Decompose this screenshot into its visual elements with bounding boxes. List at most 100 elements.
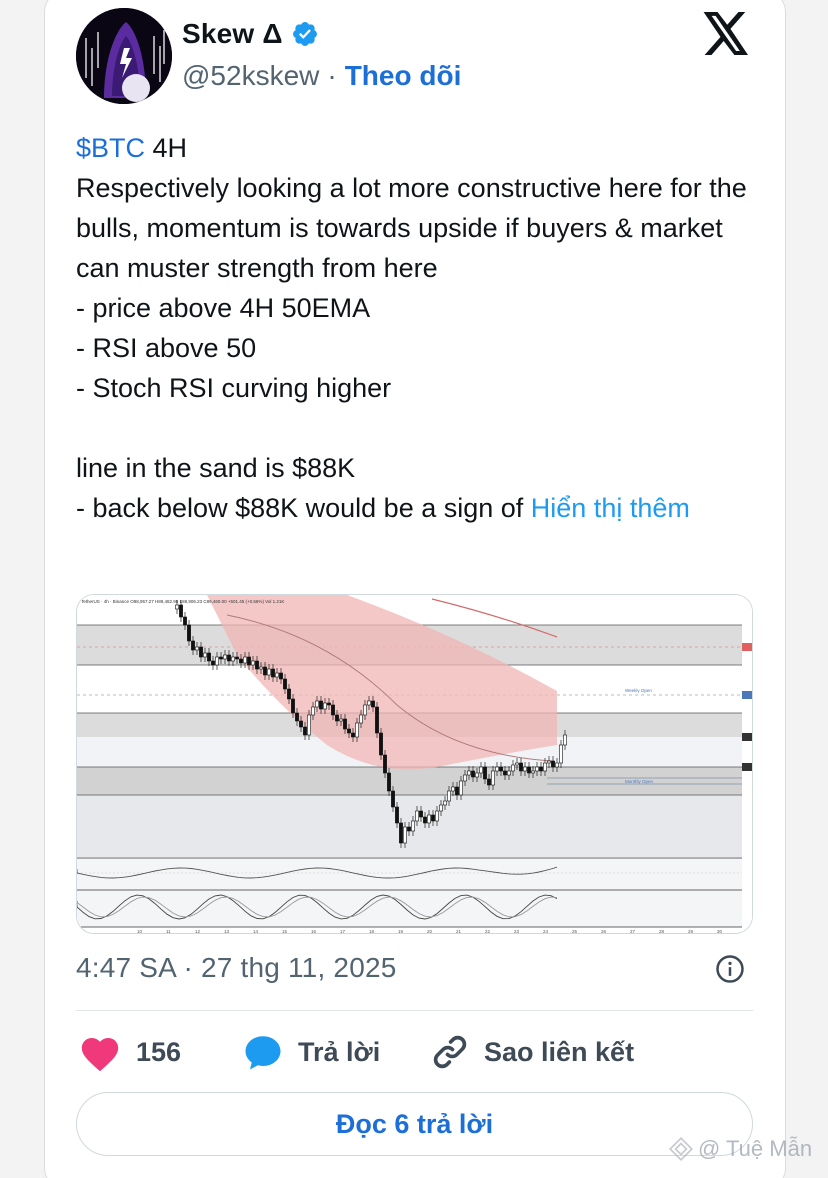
read-replies-button[interactable]: Đọc 6 trả lời [76, 1092, 753, 1156]
show-more-link[interactable]: Hiển thị thêm [531, 493, 690, 523]
read-replies-label: Đọc 6 trả lời [335, 1108, 494, 1139]
tweet-text: 4H Respectively looking a lot more const… [76, 133, 747, 523]
candle-body [211, 660, 215, 666]
candle-body [199, 646, 203, 658]
candle-body [231, 656, 235, 662]
candle-body [491, 770, 495, 786]
candle-body [327, 702, 331, 706]
x-tick-label: 14 [253, 929, 259, 934]
candle-body [539, 766, 543, 772]
candle-body [335, 714, 339, 722]
x-tick-label: 19 [398, 929, 404, 934]
candle-body [399, 822, 403, 844]
candle-body [455, 786, 459, 796]
author-display-name[interactable]: Skew Δ [182, 18, 283, 50]
heart-icon [81, 1038, 119, 1072]
candle-body [555, 762, 559, 768]
candle-body [499, 766, 503, 772]
candle-body [471, 770, 475, 778]
cashtag-link[interactable]: $BTC [76, 133, 145, 163]
candle-body [359, 714, 363, 724]
x-tick-label: 15 [282, 929, 288, 934]
x-tick-label: 13 [224, 929, 230, 934]
x-tick-label: 21 [456, 929, 462, 934]
candle-body [483, 766, 487, 780]
x-logo-icon[interactable] [702, 12, 750, 56]
x-tick-label: 30 [717, 929, 723, 934]
candle-body [195, 646, 199, 651]
candle-body [271, 668, 275, 678]
reply-label: Trả lời [298, 1036, 381, 1067]
x-tick-label: 23 [514, 929, 520, 934]
candle-body [315, 700, 319, 708]
candle-body [391, 790, 395, 808]
x-tick-label: 11 [166, 929, 171, 934]
candle-body [175, 604, 179, 610]
candle-body [547, 760, 551, 764]
copy-link-button[interactable]: Sao liên kết [430, 1032, 634, 1072]
candle-body [407, 826, 411, 832]
actions-divider [76, 1010, 753, 1011]
candle-body [343, 718, 347, 730]
candle-body [311, 706, 315, 716]
candle-body [351, 732, 355, 738]
chart-annotation-monthly: Monthly Open [625, 779, 654, 784]
reply-button[interactable]: Trả lời [242, 1032, 380, 1072]
info-icon[interactable] [715, 954, 745, 984]
candle-body [267, 668, 271, 676]
candle-body [323, 702, 327, 710]
copy-link-label: Sao liên kết [484, 1036, 635, 1067]
candle-body [435, 810, 439, 822]
candle-body [423, 816, 427, 824]
candle-body [535, 766, 539, 772]
reply-bubble-icon [245, 1036, 281, 1070]
candle-body [307, 714, 311, 736]
candle-body [447, 790, 451, 802]
tweet-body: $BTC 4H Respectively looking a lot more … [76, 128, 756, 528]
tweet-timestamp[interactable]: 4:47 SA · 27 thg 11, 2025 [76, 952, 397, 984]
candle-body [495, 766, 499, 772]
candle-body [403, 826, 407, 844]
author-avatar[interactable] [76, 8, 172, 104]
candle-body [275, 672, 279, 678]
candle-body [191, 640, 195, 651]
candle-body [279, 672, 283, 680]
author-handle[interactable]: @52kskew [182, 60, 319, 92]
candle-body [219, 656, 223, 660]
candle-body [227, 654, 231, 662]
candle-body [515, 762, 519, 766]
candle-body [459, 780, 463, 796]
candle-body [419, 810, 423, 818]
candle-body [511, 764, 515, 772]
x-tick-label: 16 [311, 929, 317, 934]
candle-body [531, 770, 535, 774]
candle-body [463, 774, 467, 782]
x-tick-label: 25 [572, 929, 578, 934]
candle-body [503, 770, 507, 776]
candle-body [331, 704, 335, 716]
x-tick-label: 27 [630, 929, 636, 934]
tweet-media-chart[interactable]: TetherUS · 4h · Binance O88,957.27 H89,4… [76, 594, 753, 934]
candle-body [523, 766, 527, 772]
link-icon [433, 1035, 467, 1069]
candle-body [443, 800, 447, 806]
watermark-text: @ Tuệ Mẫn [698, 1136, 813, 1161]
x-tick-label: 24 [543, 929, 549, 934]
candle-body [411, 820, 415, 832]
like-button[interactable]: 156 [78, 1032, 181, 1072]
candle-body [251, 660, 255, 666]
candle-body [299, 720, 303, 728]
candle-body [395, 806, 399, 824]
follow-button[interactable]: Theo dõi [345, 60, 462, 92]
candle-body [287, 688, 291, 700]
candle-body [259, 666, 263, 670]
x-tick-label: 18 [369, 929, 375, 934]
candle-body [371, 700, 375, 708]
verified-badge-icon [292, 22, 317, 46]
x-tick-label: 26 [601, 929, 607, 934]
lower-band [77, 795, 742, 857]
candle-body [223, 654, 227, 660]
candle-body [203, 652, 207, 658]
x-tick-label: 20 [427, 929, 433, 934]
candle-body [187, 624, 191, 642]
